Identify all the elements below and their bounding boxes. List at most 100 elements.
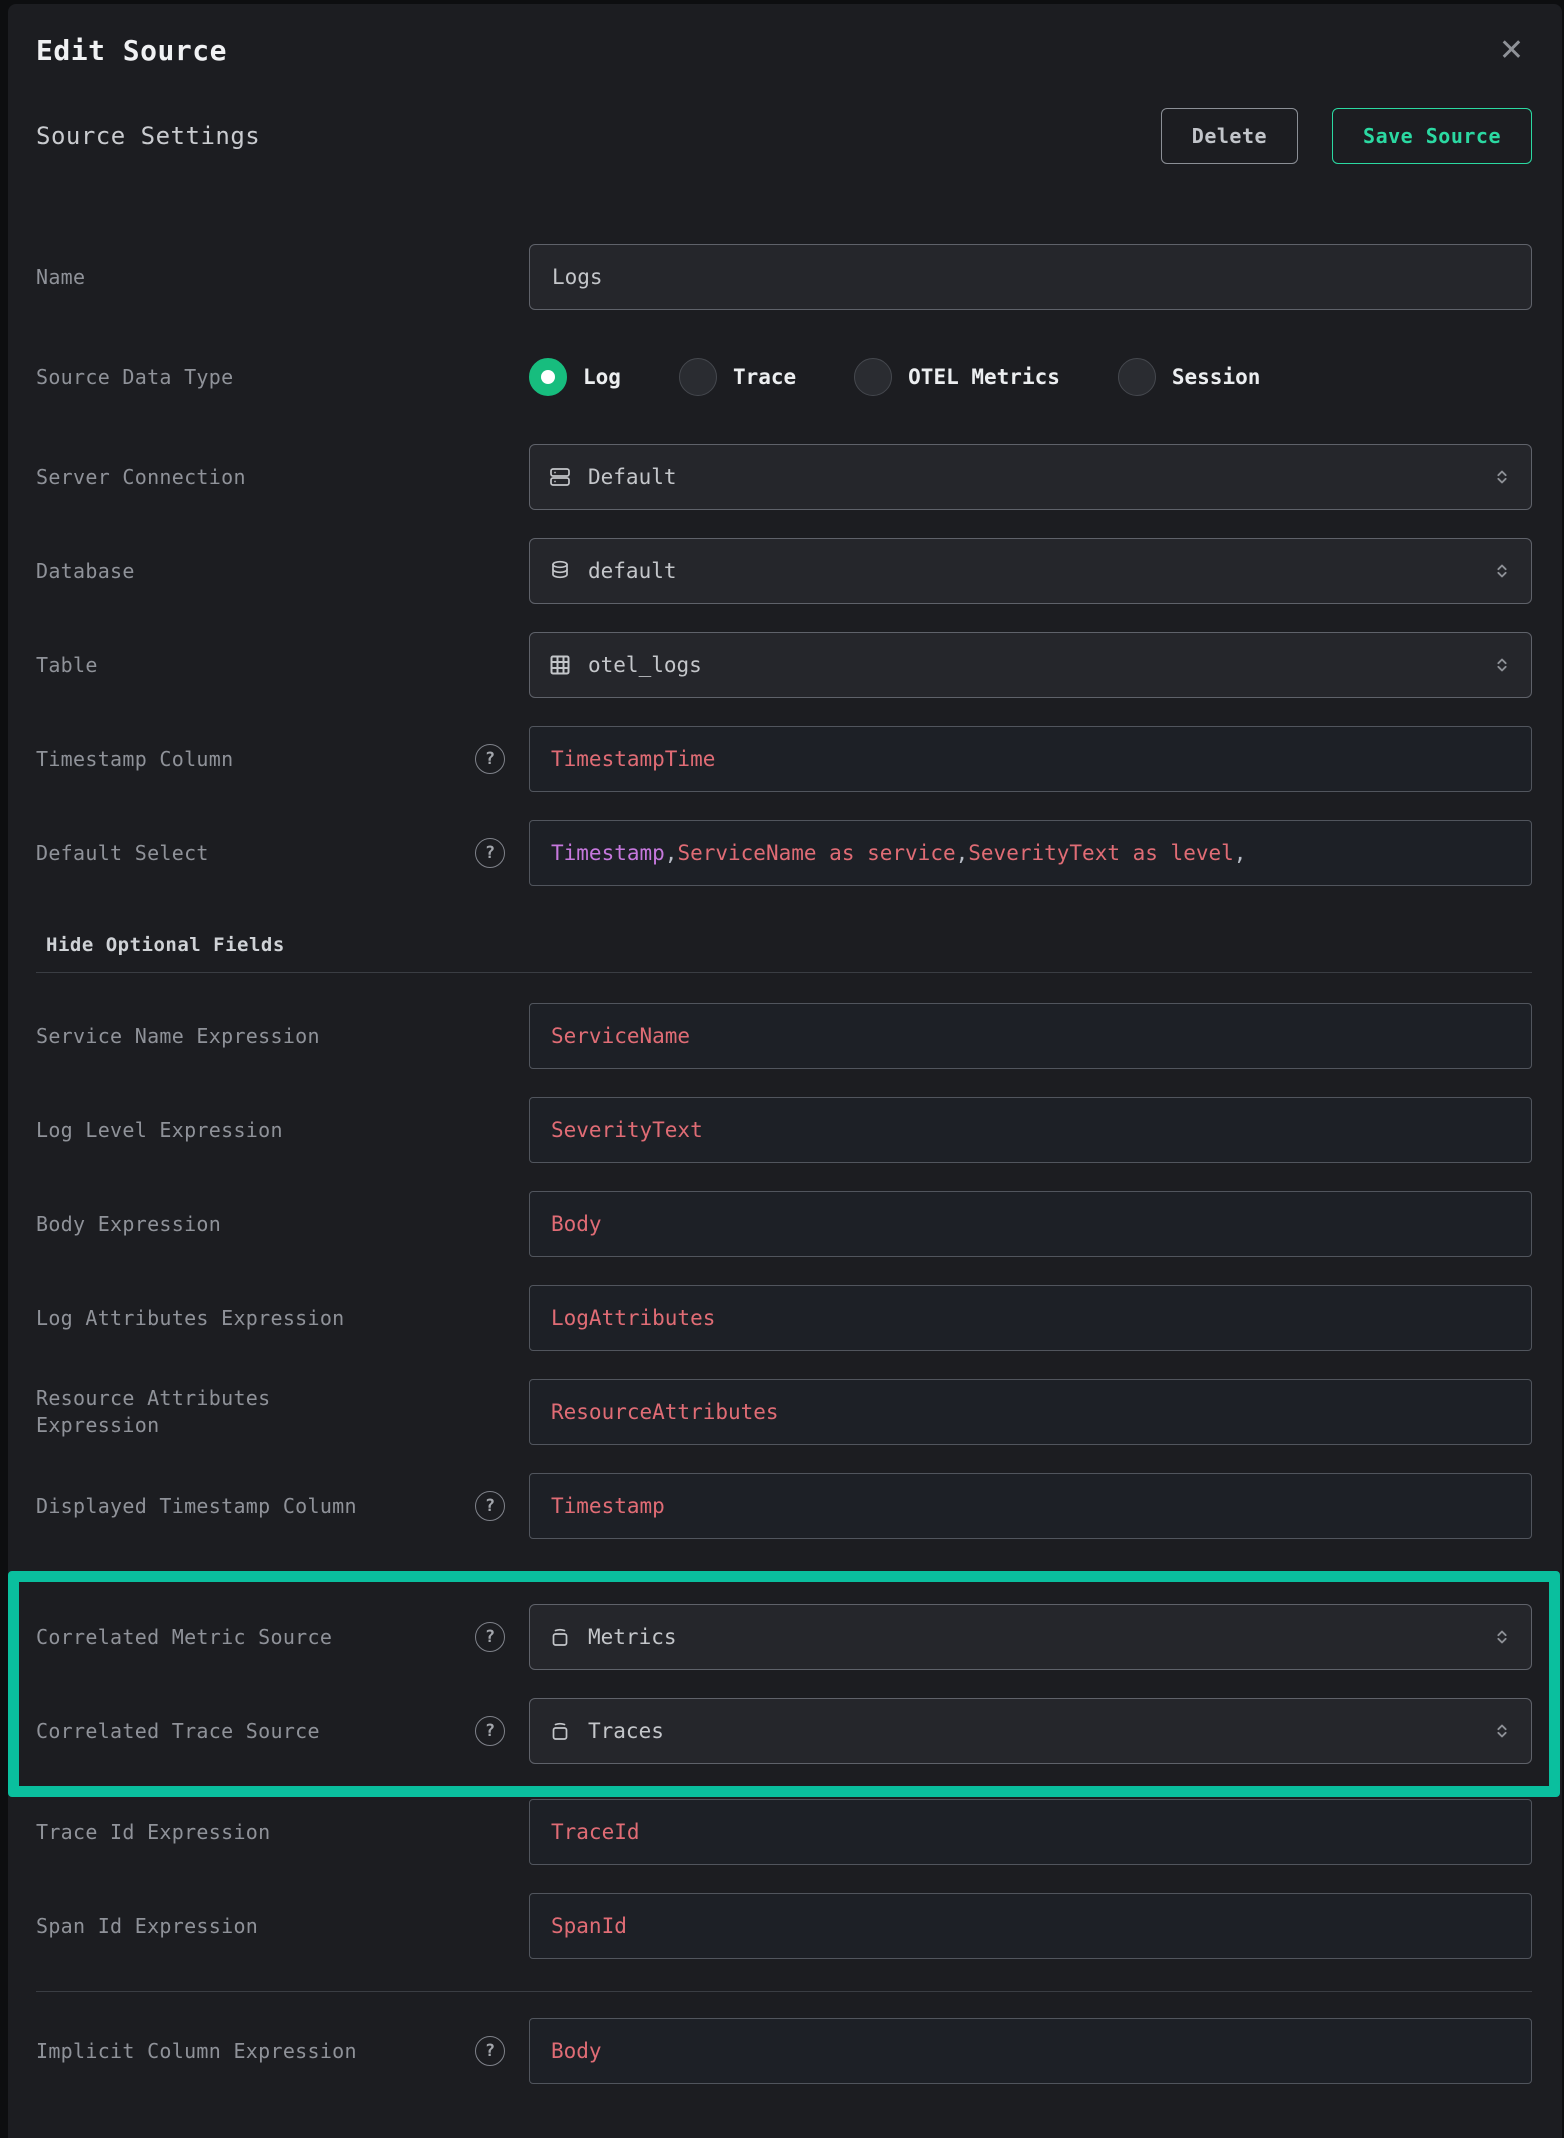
radio-option-session[interactable]: Session <box>1118 358 1261 396</box>
log-attributes-expression-row: Log Attributes Expression LogAttributes <box>36 1285 1532 1351</box>
displayed-timestamp-column-input[interactable]: Timestamp <box>529 1473 1532 1539</box>
resource-attributes-expression-input[interactable]: ResourceAttributes <box>529 1379 1532 1445</box>
chevron-up-down-icon <box>1491 654 1513 676</box>
server-connection-label: Server Connection <box>36 465 246 489</box>
source-data-type-radio-group: Log Trace OTEL Metrics Session <box>529 358 1260 396</box>
divider <box>36 1991 1532 1992</box>
service-name-expression-input[interactable]: ServiceName <box>529 1003 1532 1069</box>
chevron-up-down-icon <box>1491 466 1513 488</box>
expression-value: ServiceName <box>551 1024 690 1048</box>
save-source-button[interactable]: Save Source <box>1332 108 1532 164</box>
resource-attributes-expression-label: Resource Attributes Expression <box>36 1385 296 1439</box>
source-data-type-row: Source Data Type Log Trace OTEL Metrics … <box>36 358 1532 396</box>
span-id-expression-row: Span Id Expression SpanId <box>36 1893 1532 1959</box>
correlated-metric-source-row: Correlated Metric Source ? Metrics <box>36 1604 1532 1670</box>
radio-unselected-icon[interactable] <box>854 358 892 396</box>
expression-value: LogAttributes <box>551 1306 715 1330</box>
delete-button[interactable]: Delete <box>1161 108 1298 164</box>
radio-option-trace[interactable]: Trace <box>679 358 796 396</box>
correlated-metric-source-select[interactable]: Metrics <box>529 1604 1532 1670</box>
help-icon[interactable]: ? <box>475 1622 505 1652</box>
help-icon[interactable]: ? <box>475 2036 505 2066</box>
edit-source-modal: Edit Source ✕ Source Settings Delete Sav… <box>8 4 1562 2138</box>
correlated-metric-source-value: Metrics <box>588 1625 677 1649</box>
body-expression-label: Body Expression <box>36 1212 221 1236</box>
displayed-timestamp-column-row: Displayed Timestamp Column ? Timestamp <box>36 1473 1532 1539</box>
source-data-type-label: Source Data Type <box>36 365 233 389</box>
sql-token: SeverityText as level <box>968 841 1234 865</box>
log-level-expression-row: Log Level Expression SeverityText <box>36 1097 1532 1163</box>
chevron-up-down-icon <box>1491 1720 1513 1742</box>
expression-value: Timestamp <box>551 1494 665 1518</box>
radio-unselected-icon[interactable] <box>1118 358 1156 396</box>
hide-optional-fields-toggle[interactable]: Hide Optional Fields <box>46 934 1532 956</box>
table-value: otel_logs <box>588 653 702 677</box>
service-name-expression-label: Service Name Expression <box>36 1024 320 1048</box>
database-value: default <box>588 559 677 583</box>
radio-option-otel-metrics[interactable]: OTEL Metrics <box>854 358 1060 396</box>
chevron-up-down-icon <box>1491 560 1513 582</box>
name-label: Name <box>36 265 85 289</box>
log-level-expression-label: Log Level Expression <box>36 1118 283 1142</box>
sql-token: , <box>665 841 678 865</box>
timestamp-column-row: Timestamp Column ? TimestampTime <box>36 726 1532 792</box>
log-level-expression-input[interactable]: SeverityText <box>529 1097 1532 1163</box>
expression-value: Body <box>551 2039 602 2063</box>
correlated-sources-highlight-box: Correlated Metric Source ? Metrics Corre… <box>8 1571 1560 1797</box>
server-icon <box>548 465 572 489</box>
trace-id-expression-label: Trace Id Expression <box>36 1820 270 1844</box>
expression-value: SeverityText <box>551 1118 703 1142</box>
correlated-trace-source-value: Traces <box>588 1719 664 1743</box>
close-icon[interactable]: ✕ <box>1491 34 1532 68</box>
database-row: Database default <box>36 538 1532 604</box>
radio-unselected-icon[interactable] <box>679 358 717 396</box>
sql-token: Timestamp <box>551 841 665 865</box>
table-row-field: Table otel_logs <box>36 632 1532 698</box>
expression-value: SpanId <box>551 1914 627 1938</box>
body-expression-row: Body Expression Body <box>36 1191 1532 1257</box>
source-box-icon <box>548 1625 572 1649</box>
span-id-expression-label: Span Id Expression <box>36 1914 258 1938</box>
implicit-column-expression-input[interactable]: Body <box>529 2018 1532 2084</box>
expression-value: TraceId <box>551 1820 640 1844</box>
default-select-input[interactable]: Timestamp, ServiceName as service, Sever… <box>529 820 1532 886</box>
trace-id-expression-input[interactable]: TraceId <box>529 1799 1532 1865</box>
radio-selected-icon[interactable] <box>529 358 567 396</box>
radio-option-log[interactable]: Log <box>529 358 621 396</box>
displayed-timestamp-column-label: Displayed Timestamp Column <box>36 1494 357 1518</box>
help-icon[interactable]: ? <box>475 1716 505 1746</box>
help-icon[interactable]: ? <box>475 1491 505 1521</box>
log-attributes-expression-input[interactable]: LogAttributes <box>529 1285 1532 1351</box>
name-input[interactable]: Logs <box>529 244 1532 310</box>
help-icon[interactable]: ? <box>475 744 505 774</box>
correlated-trace-source-row: Correlated Trace Source ? Traces <box>36 1698 1532 1764</box>
table-select[interactable]: otel_logs <box>529 632 1532 698</box>
source-box-icon <box>548 1719 572 1743</box>
help-icon[interactable]: ? <box>475 838 505 868</box>
database-label: Database <box>36 559 135 583</box>
database-icon <box>548 559 572 583</box>
sql-token: , <box>956 841 969 865</box>
database-select[interactable]: default <box>529 538 1532 604</box>
expression-value: ResourceAttributes <box>551 1400 779 1424</box>
correlated-trace-source-label: Correlated Trace Source <box>36 1719 320 1743</box>
log-attributes-expression-label: Log Attributes Expression <box>36 1306 345 1330</box>
service-name-expression-row: Service Name Expression ServiceName <box>36 1003 1532 1069</box>
sql-token: , <box>1234 841 1247 865</box>
span-id-expression-input[interactable]: SpanId <box>529 1893 1532 1959</box>
default-select-label: Default Select <box>36 841 209 865</box>
correlated-trace-source-select[interactable]: Traces <box>529 1698 1532 1764</box>
correlated-metric-source-label: Correlated Metric Source <box>36 1625 332 1649</box>
timestamp-column-value: TimestampTime <box>551 747 715 771</box>
sql-token: ServiceName as service <box>677 841 955 865</box>
resource-attributes-expression-row: Resource Attributes Expression ResourceA… <box>36 1379 1532 1445</box>
table-label: Table <box>36 653 98 677</box>
timestamp-column-input[interactable]: TimestampTime <box>529 726 1532 792</box>
trace-id-expression-row: Trace Id Expression TraceId <box>36 1799 1532 1865</box>
server-connection-select[interactable]: Default <box>529 444 1532 510</box>
body-expression-input[interactable]: Body <box>529 1191 1532 1257</box>
server-connection-value: Default <box>588 465 677 489</box>
divider <box>36 972 1532 973</box>
chevron-up-down-icon <box>1491 1626 1513 1648</box>
table-icon <box>548 653 572 677</box>
